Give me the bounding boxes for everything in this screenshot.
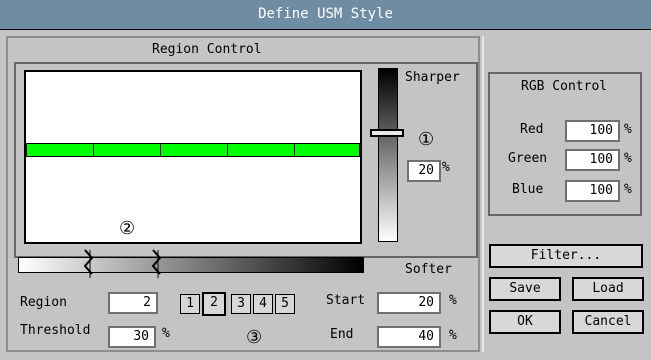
end-input[interactable]: 40 xyxy=(377,326,441,348)
region-segment-3[interactable] xyxy=(160,143,228,157)
marker-3-label: ③ xyxy=(246,327,263,348)
blue-percent: % xyxy=(624,182,632,197)
threshold-label: Threshold xyxy=(20,323,91,338)
ok-button[interactable]: OK xyxy=(489,310,561,334)
region-segment-5[interactable] xyxy=(294,143,360,157)
region-button-4[interactable]: 4 xyxy=(253,294,273,314)
softer-label: Softer xyxy=(405,262,452,277)
window-title: Define USM Style xyxy=(258,6,393,22)
cancel-button[interactable]: Cancel xyxy=(572,310,644,334)
region-label: Region xyxy=(20,295,67,310)
marker-1-label: ① xyxy=(418,129,435,150)
start-marker-icon[interactable] xyxy=(83,248,97,280)
load-button[interactable]: Load xyxy=(572,277,644,301)
region-gradient-slider[interactable] xyxy=(18,257,364,273)
marker-2-label: ② xyxy=(119,218,136,239)
end-marker-icon[interactable] xyxy=(151,248,165,280)
sharpness-slider-thumb[interactable] xyxy=(370,129,404,137)
end-label: End xyxy=(330,327,354,342)
green-label: Green xyxy=(508,151,548,166)
region-button-3[interactable]: 3 xyxy=(231,294,251,314)
strength-input[interactable]: 20 xyxy=(407,160,441,182)
threshold-percent: % xyxy=(162,326,170,341)
end-percent: % xyxy=(449,328,457,343)
red-input[interactable]: 100 xyxy=(565,120,620,142)
red-label: Red xyxy=(520,122,544,137)
window-titlebar: Define USM Style xyxy=(0,0,651,30)
start-percent: % xyxy=(449,293,457,308)
blue-label: Blue xyxy=(512,182,544,197)
region-segment-1[interactable] xyxy=(26,143,94,157)
green-percent: % xyxy=(624,151,632,166)
start-label: Start xyxy=(326,293,366,308)
strength-percent: % xyxy=(442,160,450,175)
sharpness-slider[interactable] xyxy=(378,68,398,242)
blue-input[interactable]: 100 xyxy=(565,180,620,202)
rgb-control-title: RGB Control xyxy=(521,79,608,94)
region-button-1[interactable]: 1 xyxy=(180,294,200,314)
region-button-2[interactable]: 2 xyxy=(202,292,226,316)
region-value[interactable]: 2 xyxy=(108,292,158,314)
green-input[interactable]: 100 xyxy=(565,149,620,171)
region-button-5[interactable]: 5 xyxy=(275,294,295,314)
region-segment-2[interactable] xyxy=(93,143,161,157)
region-control-title: Region Control xyxy=(152,42,262,57)
red-percent: % xyxy=(624,122,632,137)
region-graph[interactable]: ② xyxy=(24,70,362,244)
start-input[interactable]: 20 xyxy=(377,292,441,314)
save-button[interactable]: Save xyxy=(489,277,561,301)
threshold-input[interactable]: 30 xyxy=(108,326,156,348)
sharper-label: Sharper xyxy=(405,70,460,85)
filter-button[interactable]: Filter... xyxy=(489,244,643,268)
region-segment-4[interactable] xyxy=(227,143,295,157)
